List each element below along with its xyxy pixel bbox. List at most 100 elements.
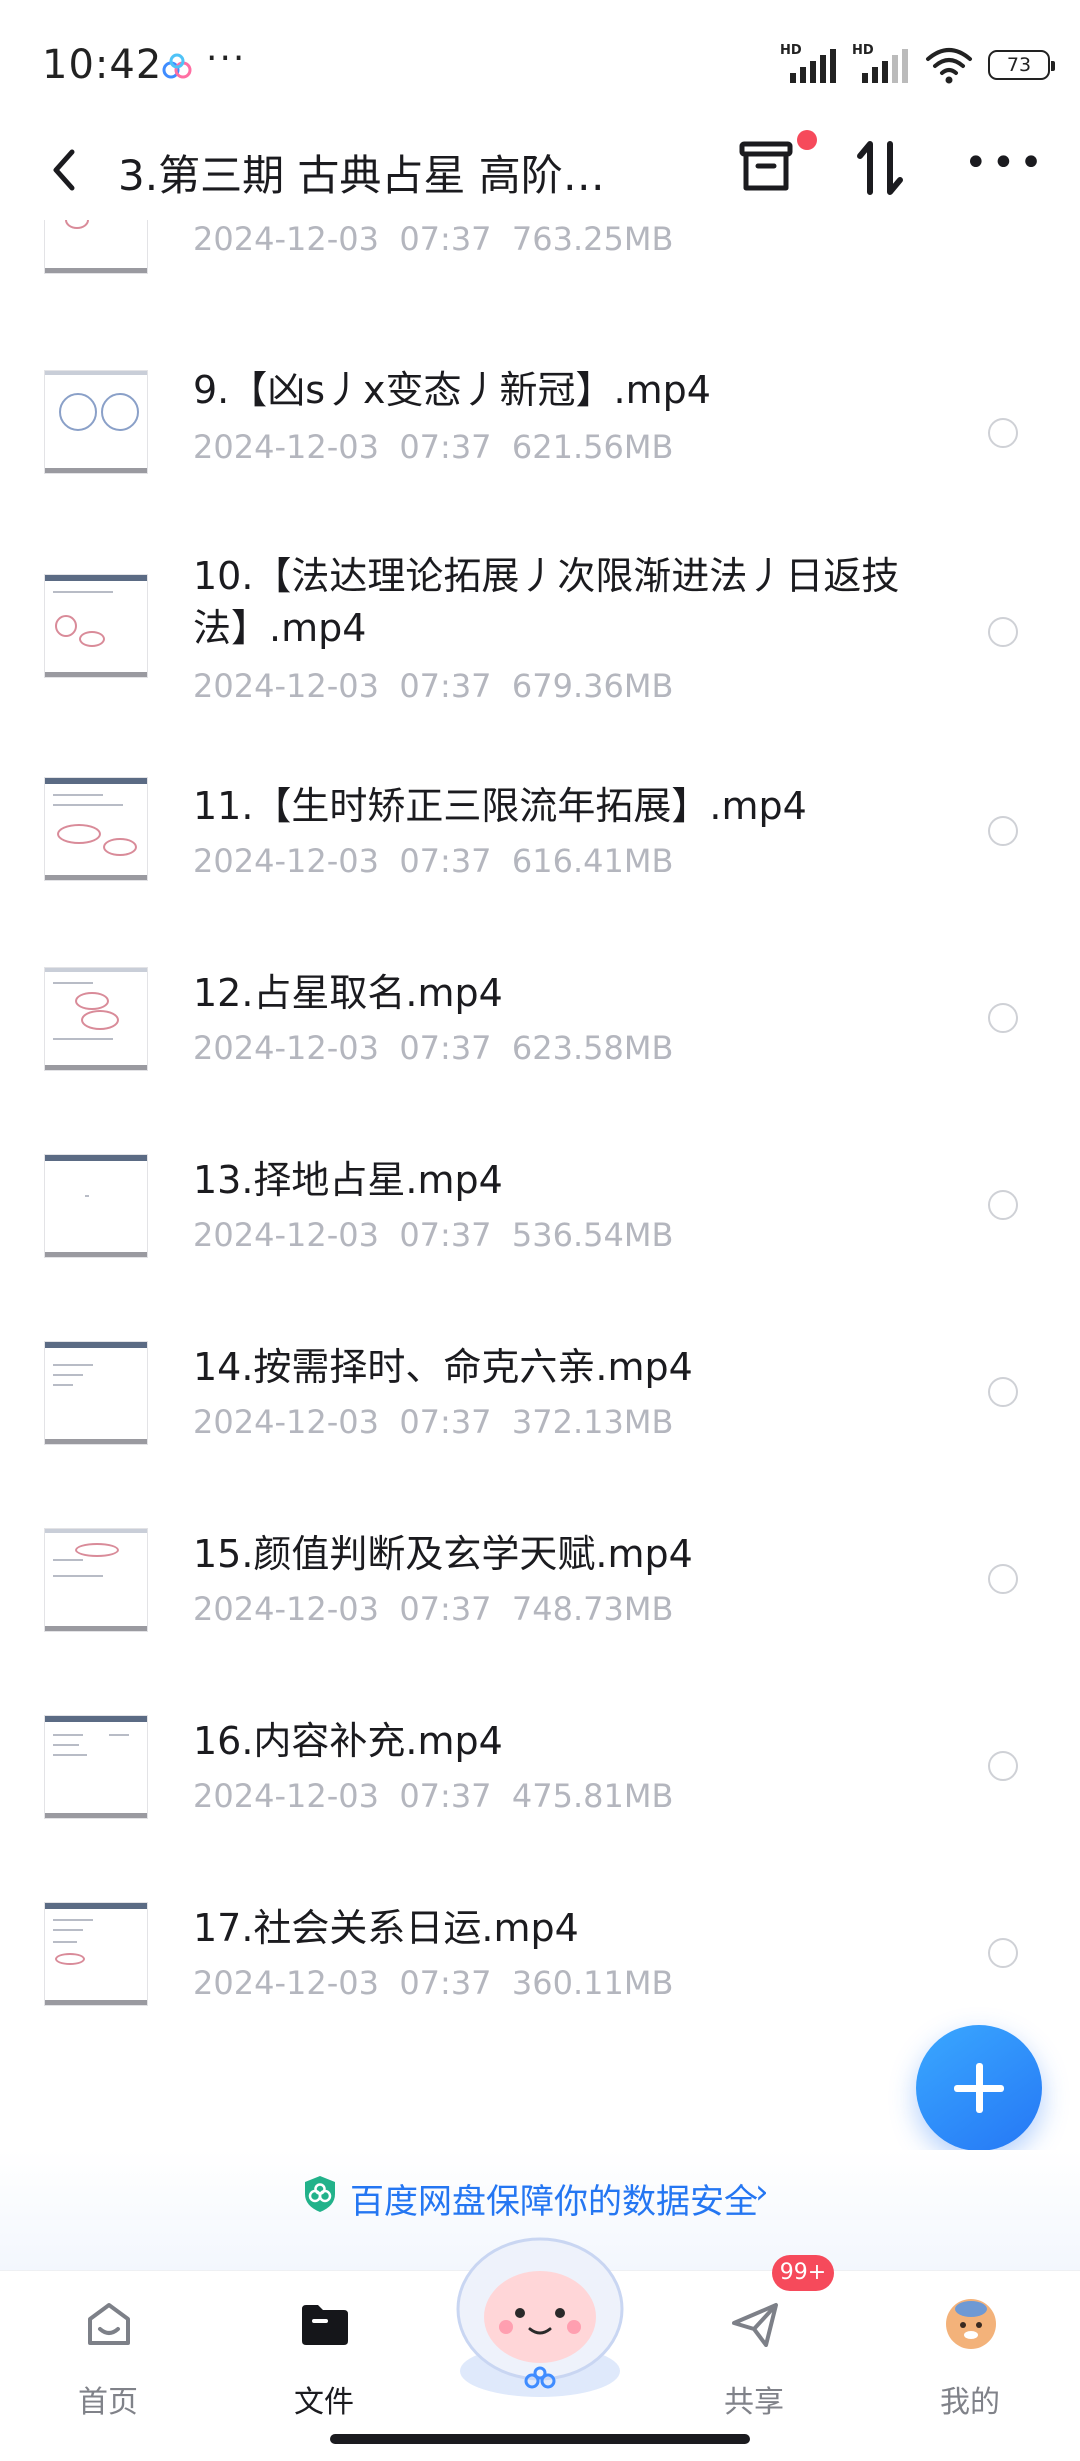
file-size: 616.41MB	[511, 842, 674, 880]
file-name: 9.【凶s丿x变态丿新冠】.mp4	[193, 368, 711, 412]
file-date: 2024-12-03	[193, 1216, 379, 1254]
wifi-icon	[926, 48, 972, 84]
chevron-right-icon: ›	[755, 2172, 769, 2212]
file-time: 07:37	[399, 1590, 492, 1628]
mascot-icon[interactable]	[440, 2221, 640, 2401]
add-button[interactable]	[916, 2025, 1042, 2151]
folder-icon	[302, 2305, 348, 2345]
status-more-dots: ···	[206, 38, 247, 79]
file-name: 15.颜值判断及玄学天赋.mp4	[193, 1532, 693, 1576]
file-meta: 2024-12-03 07:37 623.58MB	[193, 1029, 673, 1067]
file-meta: 2024-12-03 07:37 475.81MB	[193, 1777, 673, 1815]
file-meta: 2024-12-03 07:37 536.54MB	[193, 1216, 673, 1254]
shield-icon	[305, 2176, 335, 2212]
baidu-netdisk-status-icon	[162, 53, 192, 79]
video-thumbnail	[44, 574, 148, 678]
nav-files-label: 文件	[294, 2385, 354, 2420]
select-radio[interactable]	[988, 1190, 1018, 1220]
file-size: 475.81MB	[511, 1777, 674, 1815]
file-row[interactable]: 15.颜值判断及玄学天赋.mp4 2024-12-03 07:37 748.73…	[0, 1518, 1080, 1698]
file-size: 621.56MB	[511, 428, 674, 466]
select-radio[interactable]	[988, 1003, 1018, 1033]
security-text: 百度网盘保障你的数据安全	[350, 2182, 758, 2222]
battery-icon: 73	[988, 50, 1055, 80]
file-name: 16.内容补充.mp4	[193, 1719, 503, 1763]
file-time: 07:37	[399, 220, 492, 258]
notification-dot	[797, 130, 817, 150]
video-thumbnail	[44, 1341, 148, 1445]
file-date: 2024-12-03	[193, 1964, 379, 2002]
file-time: 07:37	[399, 1029, 492, 1067]
nav-files[interactable]: 文件	[264, 2291, 384, 2421]
file-meta: 2024-12-03 07:37 621.56MB	[193, 428, 673, 466]
select-radio[interactable]	[988, 1377, 1018, 1407]
file-name: 11.【生时矫正三限流年拓展】.mp4	[193, 784, 807, 828]
file-row[interactable]: 10.【法达理论拓展丿次限渐进法丿日返技法】.mp4 2024-12-03 07…	[0, 540, 1080, 720]
nav-home[interactable]: 首页	[48, 2291, 168, 2421]
select-radio[interactable]	[988, 617, 1018, 647]
sort-icon[interactable]	[852, 136, 908, 200]
file-meta: 2024-12-03 07:37 616.41MB	[193, 842, 673, 880]
file-date: 2024-12-03	[193, 1777, 379, 1815]
file-date: 2024-12-03	[193, 842, 379, 880]
video-thumbnail	[44, 777, 148, 881]
video-thumbnail	[44, 370, 148, 474]
video-thumbnail	[44, 1528, 148, 1632]
file-row[interactable]: 12.占星取名.mp4 2024-12-03 07:37 623.58MB	[0, 957, 1080, 1137]
nav-home-label: 首页	[78, 2385, 138, 2420]
status-time: 10:42	[42, 42, 163, 88]
share-badge: 99+	[772, 2255, 834, 2291]
file-size: 360.11MB	[511, 1964, 674, 2002]
file-meta: 2024-12-03 07:37 679.36MB	[193, 667, 673, 705]
file-meta: 2024-12-03 07:37 372.13MB	[193, 1403, 673, 1441]
file-meta: 2024-12-03 07:37 763.25MB	[193, 220, 673, 258]
file-date: 2024-12-03	[193, 1590, 379, 1628]
file-time: 07:37	[399, 1216, 492, 1254]
signal-icon-2: HD	[852, 43, 910, 87]
video-thumbnail	[44, 1902, 148, 2006]
home-indicator	[330, 2434, 750, 2444]
status-indicators: HD HD 73	[780, 40, 1055, 90]
folder-title: 3.第三期 古典占星 高阶…	[118, 151, 605, 200]
home-icon	[88, 2303, 130, 2345]
file-size: 623.58MB	[511, 1029, 674, 1067]
file-time: 07:37	[399, 667, 492, 705]
file-time: 07:37	[399, 1964, 492, 2002]
file-date: 2024-12-03	[193, 667, 379, 705]
avatar-icon	[946, 2299, 996, 2349]
file-date: 2024-12-03	[193, 220, 379, 258]
select-radio[interactable]	[988, 1564, 1018, 1594]
file-name: 17.社会关系日运.mp4	[193, 1906, 579, 1950]
file-meta: 2024-12-03 07:37 360.11MB	[193, 1964, 673, 2002]
file-meta: 2024-12-03 07:37 748.73MB	[193, 1590, 673, 1628]
file-name: 12.占星取名.mp4	[193, 971, 503, 1015]
select-radio[interactable]	[988, 816, 1018, 846]
back-arrow-icon[interactable]	[44, 144, 84, 196]
file-row[interactable]: 17.社会关系日运.mp4 2024-12-03 07:37 360.11MB	[0, 1892, 1080, 2072]
select-radio[interactable]	[988, 1751, 1018, 1781]
video-thumbnail	[44, 1715, 148, 1819]
top-bar: 3.第三期 古典占星 高阶… •••	[0, 120, 1080, 220]
recycle-bin-icon[interactable]	[736, 136, 796, 196]
select-radio[interactable]	[988, 1938, 1018, 1968]
file-row[interactable]: 16.内容补充.mp4 2024-12-03 07:37 475.81MB	[0, 1705, 1080, 1885]
file-time: 07:37	[399, 842, 492, 880]
status-bar: 10:42 ··· HD HD 73	[0, 0, 1080, 130]
video-thumbnail	[44, 1154, 148, 1258]
nav-mine[interactable]: 我的	[910, 2291, 1030, 2421]
video-thumbnail	[44, 967, 148, 1071]
file-name: 14.按需择时、命克六亲.mp4	[193, 1345, 693, 1389]
file-row[interactable]: 9.【凶s丿x变态丿新冠】.mp4 2024-12-03 07:37 621.5…	[0, 350, 1080, 530]
file-time: 07:37	[399, 428, 492, 466]
file-row[interactable]: 13.择地占星.mp4 2024-12-03 07:37 536.54MB	[0, 1144, 1080, 1324]
file-row[interactable]: 14.按需择时、命克六亲.mp4 2024-12-03 07:37 372.13…	[0, 1331, 1080, 1511]
file-time: 07:37	[399, 1403, 492, 1441]
file-name: 10.【法达理论拓展丿次限渐进法丿日返技法】.mp4	[193, 554, 900, 650]
file-date: 2024-12-03	[193, 428, 379, 466]
file-row[interactable]: 11.【生时矫正三限流年拓展】.mp4 2024-12-03 07:37 616…	[0, 770, 1080, 950]
battery-level: 73	[1006, 54, 1032, 76]
select-radio[interactable]	[988, 418, 1018, 448]
more-options-icon[interactable]: •••	[964, 143, 1043, 183]
bottom-navigation: 首页 文件 共享 99+ 我的	[0, 2237, 1080, 2461]
nav-share[interactable]: 共享	[694, 2291, 814, 2421]
